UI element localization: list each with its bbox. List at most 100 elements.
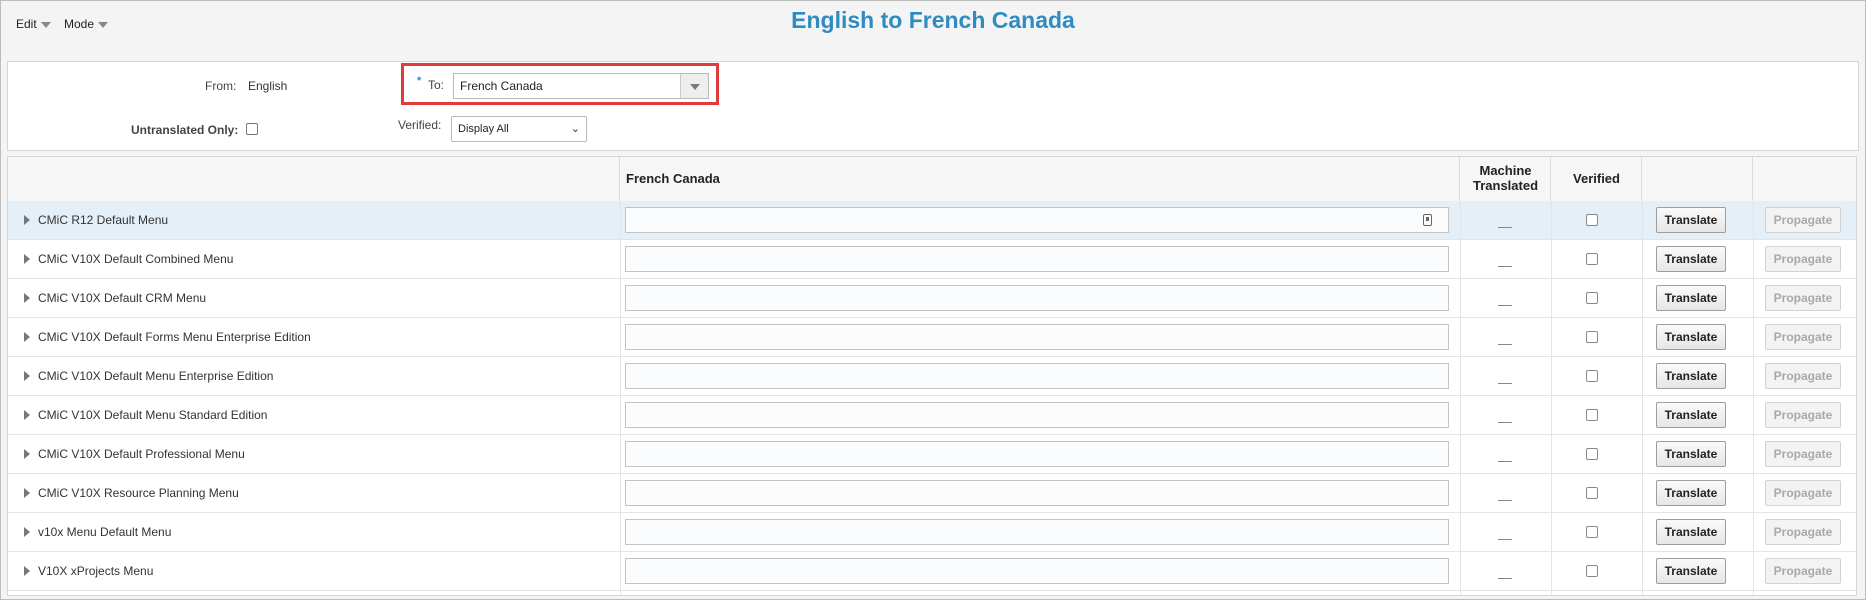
table-row[interactable]: CMiC V10X Default Menu Standard Edition T… (8, 396, 1856, 435)
expand-triangle-icon[interactable] (24, 254, 30, 264)
table-row[interactable]: v10x Menu Default Menu Translate Propagate (8, 513, 1856, 552)
filter-panel (7, 61, 1859, 151)
translate-button[interactable]: Translate (1656, 246, 1726, 272)
menu-name: v10x Menu Default Menu (38, 525, 172, 539)
verified-filter-select[interactable]: Display All ⌄ (451, 116, 587, 142)
machine-translated-indicator (1498, 408, 1512, 423)
verified-filter-label: Verified: (398, 118, 442, 132)
translation-input[interactable] (625, 363, 1449, 389)
translation-table: French Canada Machine Translated Verifie… (7, 156, 1857, 596)
from-label: From: (205, 79, 237, 93)
propagate-column-header (1753, 157, 1856, 201)
propagate-button[interactable]: Propagate (1765, 363, 1841, 389)
translate-button[interactable]: Translate (1656, 402, 1726, 428)
table-row[interactable]: V10X xProjects Menu Translate Propagate (8, 552, 1856, 591)
table-row[interactable]: CMiC V10X Resource Planning Menu Translat… (8, 474, 1856, 513)
verified-checkbox[interactable] (1586, 448, 1598, 460)
translate-button[interactable]: Translate (1656, 441, 1726, 467)
translation-input[interactable] (625, 246, 1449, 272)
machine-translated-indicator (1498, 564, 1512, 579)
menu-name: CMiC V10X Default Menu Standard Edition (38, 408, 268, 422)
propagate-button[interactable]: Propagate (1765, 324, 1841, 350)
expand-triangle-icon[interactable] (24, 566, 30, 576)
menu-name: CMiC V10X Default Forms Menu Enterprise … (38, 330, 311, 344)
table-row[interactable]: CMiC V10X Default Combined Menu Translate… (8, 240, 1856, 279)
machine-translated-indicator (1498, 369, 1512, 384)
verified-checkbox[interactable] (1586, 253, 1598, 265)
edit-icon[interactable] (1423, 214, 1432, 226)
expand-triangle-icon[interactable] (24, 410, 30, 420)
translate-button[interactable]: Translate (1656, 558, 1726, 584)
column-divider (1460, 201, 1461, 595)
column-divider (1551, 201, 1552, 595)
verified-checkbox[interactable] (1586, 370, 1598, 382)
translate-button[interactable]: Translate (1656, 363, 1726, 389)
table-row[interactable]: CMiC V10X Default Menu Enterprise Editio… (8, 357, 1856, 396)
machine-translated-header-label: Machine Translated (1460, 163, 1551, 193)
translate-button[interactable]: Translate (1656, 519, 1726, 545)
menu-name: CMiC V10X Default Combined Menu (38, 252, 234, 266)
expand-triangle-icon[interactable] (24, 215, 30, 225)
top-bar: Edit Mode English to French Canada (1, 1, 1865, 51)
propagate-button[interactable]: Propagate (1765, 207, 1841, 233)
table-header: French Canada Machine Translated Verifie… (8, 157, 1856, 202)
table-row[interactable]: CMiC V10X Default CRM Menu Translate Propa… (8, 279, 1856, 318)
chevron-down-icon: ⌄ (570, 123, 580, 135)
expand-triangle-icon[interactable] (24, 371, 30, 381)
target-language-column-header[interactable]: French Canada (620, 157, 1460, 201)
expand-triangle-icon[interactable] (24, 449, 30, 459)
translate-button[interactable]: Translate (1656, 324, 1726, 350)
verified-header-label: Verified (1573, 171, 1620, 186)
menu-name: CMiC R12 Default Menu (38, 213, 169, 227)
machine-translated-indicator (1498, 525, 1512, 540)
machine-translated-line1: Machine (1479, 163, 1532, 178)
verified-filter-value: Display All (458, 123, 509, 135)
expand-triangle-icon[interactable] (24, 293, 30, 303)
translation-input[interactable] (625, 441, 1449, 467)
verified-checkbox[interactable] (1586, 292, 1598, 304)
translation-input[interactable] (625, 324, 1449, 350)
translate-column-header (1642, 157, 1753, 201)
verified-checkbox[interactable] (1586, 565, 1598, 577)
name-column-header (8, 157, 620, 201)
highlight-annotation (401, 63, 719, 105)
machine-translated-indicator (1498, 213, 1512, 228)
machine-translated-indicator (1498, 291, 1512, 306)
translation-input[interactable] (625, 285, 1449, 311)
propagate-button[interactable]: Propagate (1765, 480, 1841, 506)
propagate-button[interactable]: Propagate (1765, 441, 1841, 467)
translation-input[interactable] (625, 402, 1449, 428)
verified-column-header[interactable]: Verified (1551, 157, 1642, 201)
translate-button[interactable]: Translate (1656, 480, 1726, 506)
expand-triangle-icon[interactable] (24, 527, 30, 537)
propagate-button[interactable]: Propagate (1765, 558, 1841, 584)
propagate-button[interactable]: Propagate (1765, 402, 1841, 428)
table-row[interactable]: CMiC V10X Default Forms Menu Enterprise … (8, 318, 1856, 357)
from-value: English (248, 79, 288, 93)
menu-name: CMiC V10X Default Professional Menu (38, 447, 245, 461)
propagate-button[interactable]: Propagate (1765, 519, 1841, 545)
propagate-button[interactable]: Propagate (1765, 285, 1841, 311)
propagate-button[interactable]: Propagate (1765, 246, 1841, 272)
translation-input[interactable] (625, 558, 1449, 584)
translation-input[interactable] (625, 480, 1449, 506)
translation-input[interactable] (625, 519, 1449, 545)
verified-checkbox[interactable] (1586, 487, 1598, 499)
menu-name: CMiC V10X Resource Planning Menu (38, 486, 239, 500)
verified-checkbox[interactable] (1586, 331, 1598, 343)
translate-button[interactable]: Translate (1656, 207, 1726, 233)
expand-triangle-icon[interactable] (24, 332, 30, 342)
expand-triangle-icon[interactable] (24, 488, 30, 498)
table-row[interactable]: CMiC V10X Default Professional Menu Trans… (8, 435, 1856, 474)
column-divider (1753, 201, 1754, 595)
translation-input[interactable] (625, 207, 1449, 233)
table-row[interactable]: CMiC R12 Default Menu Translate Propagate (8, 201, 1856, 240)
translate-button[interactable]: Translate (1656, 285, 1726, 311)
machine-translated-indicator (1498, 252, 1512, 267)
machine-translated-column-header[interactable]: Machine Translated (1460, 157, 1551, 201)
verified-checkbox[interactable] (1586, 214, 1598, 226)
verified-checkbox[interactable] (1586, 409, 1598, 421)
verified-checkbox[interactable] (1586, 526, 1598, 538)
untranslated-only-checkbox[interactable] (246, 123, 258, 135)
page-title: English to French Canada (791, 7, 1075, 33)
